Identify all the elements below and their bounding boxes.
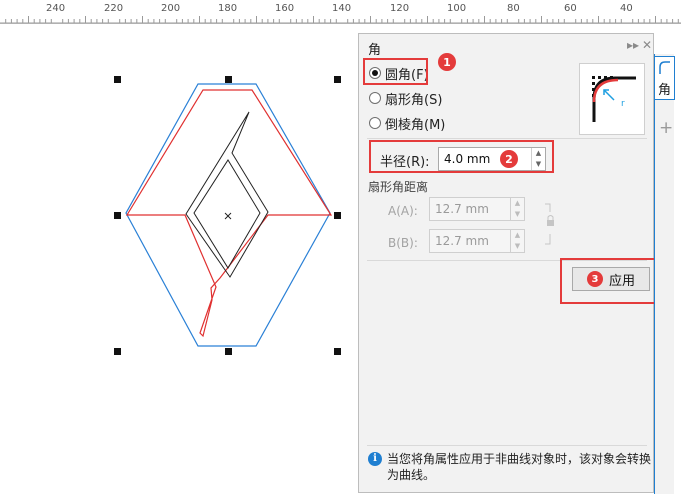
panel-title: 角 — [368, 43, 382, 58]
radio-scallop-corner[interactable]: 扇形角(S) — [369, 88, 442, 108]
corner-preview: r — [579, 63, 645, 135]
b-label: B(B): — [388, 236, 418, 250]
handle-mid-right[interactable] — [334, 212, 341, 219]
info-icon: i — [368, 452, 382, 466]
black-inner-diamond[interactable] — [193, 159, 261, 269]
handle-mid-left[interactable] — [114, 212, 121, 219]
ruler-label: 200 — [161, 3, 181, 14]
center-marker — [224, 212, 232, 220]
a-spinner[interactable]: ▲ ▼ — [510, 198, 524, 220]
a-value: 12.7 mm — [435, 202, 489, 216]
radio-button[interactable] — [369, 92, 381, 104]
ruler-label: 220 — [104, 3, 124, 14]
radio-button[interactable] — [369, 117, 381, 129]
b-spinner[interactable]: ▲ ▼ — [510, 230, 524, 252]
ruler-label: 140 — [332, 3, 352, 14]
lock-icon[interactable] — [543, 202, 557, 248]
b-value: 12.7 mm — [435, 234, 489, 248]
svg-text:r: r — [621, 99, 625, 109]
handle-bottom-mid[interactable] — [225, 348, 232, 355]
ruler-label: 80 — [507, 3, 520, 14]
annotation-badge-2: 2 — [500, 150, 518, 168]
radio-chamfer-corner[interactable]: 倒棱角(M) — [369, 113, 445, 133]
ruler-label: 240 — [46, 3, 66, 14]
ruler-label: 160 — [275, 3, 295, 14]
handle-bottom-left[interactable] — [114, 348, 121, 355]
black-inner-shape[interactable] — [185, 111, 269, 278]
corner-docker-panel: 角 ▸▸ ✕ 圆角(F) 1 扇形角(S) 倒棱角(M) r 半径(R): 4.… — [358, 33, 656, 493]
corner-preview-icon: r — [592, 76, 636, 122]
horizontal-ruler[interactable]: 240 220 200 180 160 140 120 100 80 60 40 — [0, 0, 681, 24]
b-input[interactable]: 12.7 mm ▲ ▼ — [429, 229, 525, 253]
plus-icon[interactable]: + — [659, 118, 673, 138]
handle-bottom-right[interactable] — [334, 348, 341, 355]
drawing-canvas[interactable] — [0, 24, 358, 501]
handle-top-left[interactable] — [114, 76, 121, 83]
info-text: 当您将角属性应用于非曲线对象时，该对象会转换为曲线。 — [387, 452, 652, 482]
docker-tab-label: 角 — [657, 83, 671, 98]
radio-chamfer-label: 倒棱角(M) — [385, 117, 446, 133]
handle-top-right[interactable] — [334, 76, 341, 83]
ruler-label: 60 — [564, 3, 577, 14]
annotation-box-1 — [363, 58, 428, 85]
ruler-label: 120 — [390, 3, 410, 14]
ruler-label: 100 — [447, 3, 467, 14]
corner-tab-icon — [658, 61, 670, 74]
annotation-box-3 — [560, 258, 656, 304]
ruler-label: 180 — [218, 3, 238, 14]
pin-icon[interactable]: ▸▸ — [627, 38, 639, 52]
handle-top-mid[interactable] — [225, 76, 232, 83]
red-outline-shape[interactable] — [125, 89, 333, 338]
close-icon[interactable]: ✕ — [642, 38, 652, 52]
radio-scallop-label: 扇形角(S) — [385, 92, 443, 108]
a-input[interactable]: 12.7 mm ▲ ▼ — [429, 197, 525, 221]
scallop-distance-heading: 扇形角距离 — [368, 180, 429, 194]
annotation-box-2 — [369, 140, 554, 173]
a-label: A(A): — [388, 204, 418, 218]
docker-tab-corner[interactable]: 角 — [655, 56, 675, 100]
ruler-label: 40 — [620, 3, 633, 14]
separator — [367, 445, 647, 446]
separator — [367, 138, 647, 139]
annotation-badge-1: 1 — [438, 53, 456, 71]
